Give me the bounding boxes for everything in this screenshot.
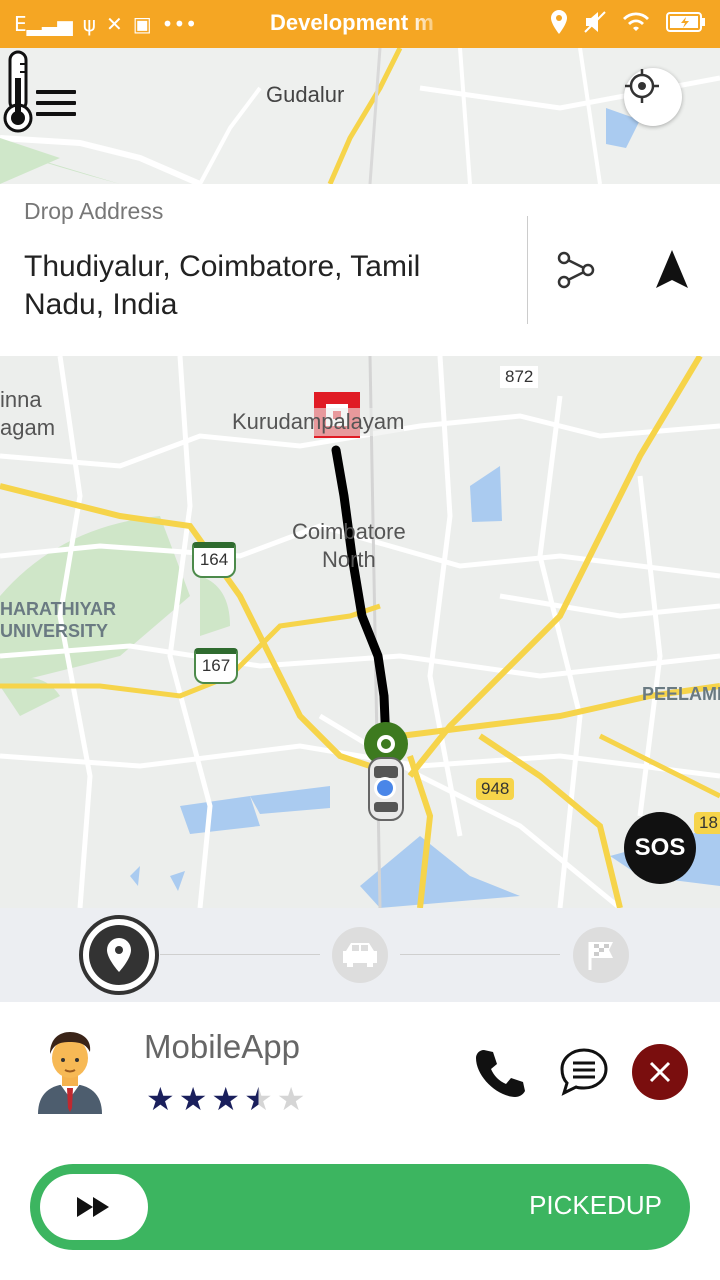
map-label-coimbatore-north: Coimbatore North <box>292 519 406 572</box>
car-icon <box>343 943 377 967</box>
status-title: Development m <box>270 10 450 36</box>
map-label-chinna: inna agam <box>0 387 56 440</box>
driver-rating: ★ ★ ★ ★ ★ <box>146 1080 305 1118</box>
star-icon: ★ <box>211 1080 241 1118</box>
navigation-arrow-icon[interactable] <box>652 248 692 292</box>
cancel-trip-button[interactable] <box>632 1044 688 1100</box>
status-bar: E▂▃▅ ψ ✕ ▣ ••• Development m <box>0 0 720 48</box>
more-icon: ••• <box>161 12 198 36</box>
fast-forward-icon <box>77 1197 109 1217</box>
main-map[interactable]: inna agam Kurudampalayam Coimbatore Nort… <box>0 356 720 908</box>
top-map[interactable]: Gudalur <box>0 48 720 184</box>
road-shield-164: 164 <box>192 542 236 578</box>
road-shield-167: 167 <box>194 648 238 684</box>
app-icon: ▣ <box>132 12 152 36</box>
slider-label: PICKEDUP <box>529 1190 662 1220</box>
step-finish <box>573 927 629 983</box>
locate-me-button[interactable] <box>624 68 682 126</box>
close-icon <box>649 1061 671 1083</box>
divider <box>527 216 528 324</box>
mute-icon <box>584 11 606 33</box>
driver-panel: MobileApp ★ ★ ★ ★ ★ PICKEDUP <box>0 1002 720 1280</box>
drop-address-label: Drop Address <box>24 198 164 224</box>
drop-address-card[interactable]: Drop Address Thudiyalur, Coimbatore, Tam… <box>0 184 720 356</box>
wifi-icon <box>623 12 649 31</box>
step-connector <box>400 954 560 955</box>
pin-icon <box>107 938 131 972</box>
drop-address-value: Thudiyalur, Coimbatore, Tamil Nadu, Indi… <box>24 250 421 321</box>
signal-e-icon: E▂▃▅ <box>14 12 73 36</box>
locate-me-icon <box>625 69 659 103</box>
map-label-gudalur: Gudalur <box>266 82 345 107</box>
step-pickup <box>79 915 159 995</box>
status-right-icons <box>550 10 706 34</box>
road-shield-948: 948 <box>476 778 515 800</box>
hamburger-menu-icon[interactable] <box>36 90 76 120</box>
slider-knob[interactable] <box>40 1174 148 1240</box>
star-half-icon: ★ <box>244 1080 273 1118</box>
location-icon <box>551 10 567 34</box>
driver-name: MobileApp <box>144 1028 300 1065</box>
finish-flag-icon <box>588 942 613 970</box>
sos-button[interactable]: SOS <box>624 812 696 884</box>
top-map-roads <box>0 48 720 184</box>
map-label-peelame: PEELAME <box>642 684 720 704</box>
pickup-slider[interactable]: PICKEDUP <box>30 1164 690 1250</box>
map-label-university: HARATHIYAR UNIVERSITY <box>0 599 117 641</box>
battery-icon <box>666 12 705 32</box>
step-connector <box>160 954 320 955</box>
usb-icon: ψ <box>82 12 96 36</box>
phone-icon[interactable] <box>474 1046 526 1098</box>
road-shield-18: 18 <box>694 812 720 834</box>
trip-progress <box>0 908 720 1002</box>
map-label-kurudam: Kurudampalayam <box>232 408 405 436</box>
star-icon: ★ <box>146 1080 175 1118</box>
avatar <box>38 1032 102 1114</box>
status-left-icons: E▂▃▅ ψ ✕ ▣ ••• <box>14 12 197 36</box>
thermometer-icon[interactable] <box>0 48 36 134</box>
tools-icon: ✕ <box>105 12 123 36</box>
star-empty-icon: ★ <box>276 1080 306 1118</box>
chat-icon[interactable] <box>558 1046 610 1098</box>
share-icon[interactable] <box>554 248 598 292</box>
star-icon: ★ <box>178 1080 208 1118</box>
road-shield-872: 872 <box>500 366 539 388</box>
step-ride <box>332 927 388 983</box>
